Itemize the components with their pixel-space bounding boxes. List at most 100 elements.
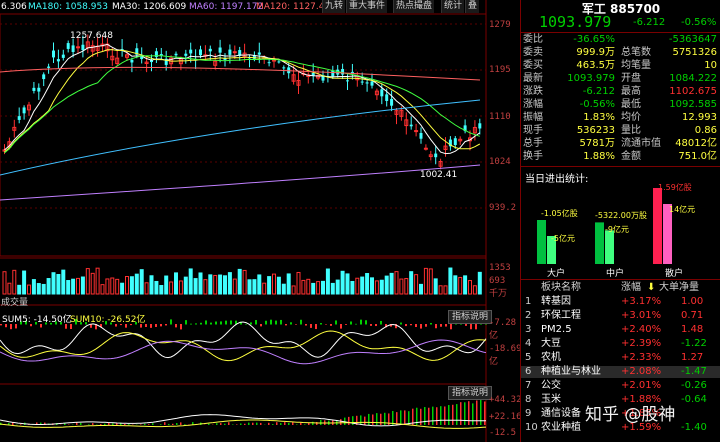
indicator1-bar [190, 323, 192, 325]
indicator2-axis-bot: -12.5 [489, 428, 517, 438]
quote-value: 999.9万 [576, 47, 615, 58]
indicator1-help-button[interactable]: 指标说明 [448, 310, 493, 324]
indicator1-bar [445, 324, 447, 327]
volume-bar [301, 279, 306, 295]
list-item[interactable]: 2 环保工程 +3.01% 0.71 [521, 310, 720, 322]
volume-bar [41, 283, 46, 295]
indicator1-bar [275, 320, 277, 325]
list-header: 板块名称 涨幅 ⬇ 大单净量 [521, 282, 720, 294]
list-item-index: 3 [525, 324, 532, 335]
indicator1-bar [415, 324, 417, 328]
kline-chart-svg[interactable] [0, 0, 520, 442]
indicator1-bar [155, 324, 157, 327]
quote-key: 涨跌 [523, 86, 543, 97]
indicator1-bar [330, 324, 332, 326]
list-item-name: 通信设备 [541, 408, 581, 419]
indicator1-bar [250, 322, 252, 325]
list-item-name: 大豆 [541, 338, 561, 349]
list-item[interactable]: 5 农机 +2.33% 1.27 [521, 352, 720, 364]
candle-body [267, 62, 271, 64]
sort-down-icon[interactable]: ⬇ [647, 282, 655, 294]
separator [521, 32, 720, 33]
toolbar-major-events[interactable]: 重大事件 [346, 0, 388, 13]
indicator2-bar [128, 424, 130, 425]
list-item[interactable]: 6 种植业与林业 +2.08% -1.47 [521, 366, 720, 378]
indicator2-bar [444, 406, 446, 425]
volume-bar [247, 279, 252, 295]
flow-label-small: 散户 [665, 269, 684, 279]
list-header-name[interactable]: 板块名称 [541, 282, 581, 294]
volume-bar [242, 269, 247, 295]
list-item[interactable]: 7 公交 +2.01% -0.26 [521, 380, 720, 392]
indicator1-bar [425, 324, 427, 327]
indicator2-bar [104, 423, 106, 425]
list-item[interactable]: 1 转基因 +3.17% 1.00 [521, 296, 720, 308]
volume-bar [399, 278, 404, 295]
list-header-pct[interactable]: 涨幅 [621, 282, 641, 294]
list-item[interactable]: 4 大豆 +2.39% -1.22 [521, 338, 720, 350]
indicator2-bar [300, 422, 302, 425]
list-item-net: 1.27 [681, 352, 704, 363]
volume-bar [345, 273, 350, 295]
indicator1-bar [195, 323, 197, 325]
indicator2-bar [340, 419, 342, 425]
ma5-line [4, 43, 481, 155]
volume-bar [17, 284, 22, 295]
list-item-name: 转基因 [541, 296, 571, 307]
candle-body [189, 49, 193, 54]
indicator2-bar [364, 416, 366, 425]
flow-bar-big-in [537, 220, 546, 264]
indicator2-help-button[interactable]: 指标说明 [448, 386, 493, 400]
indicator2-bar [448, 405, 450, 425]
candle-body [409, 124, 413, 127]
list-header-net[interactable]: 大单净量 [659, 282, 699, 294]
list-item-name: 玉米 [541, 394, 561, 405]
list-item-net: 1.48 [681, 324, 704, 335]
indicator1-bar [305, 324, 307, 326]
volume-bar [384, 275, 389, 295]
indicator1-axis-top: -7.28亿 [489, 318, 517, 341]
volume-bar [51, 272, 56, 295]
volume-bar [27, 284, 31, 295]
indicator2-bar [452, 404, 454, 425]
volume-bar [321, 280, 325, 295]
separator [521, 279, 720, 280]
volume-bar [188, 268, 193, 295]
indicator2-bar [236, 424, 238, 425]
indicator1-bar [210, 322, 212, 325]
volume-bar [31, 279, 36, 295]
candle-body [385, 94, 389, 101]
indicator2-bar [348, 416, 350, 425]
indicator1-bar [340, 324, 342, 329]
volume-bar [110, 277, 115, 295]
ma10-line [4, 49, 481, 153]
volume-bar [448, 267, 453, 295]
indicator1-bar [380, 320, 382, 325]
list-item-pct: +3.17% [621, 296, 662, 307]
indicator2-bar [244, 423, 246, 425]
volume-axis-mid: 693 [489, 276, 506, 286]
list-item-net: 0.71 [681, 310, 704, 321]
indicator2-bar [80, 422, 82, 425]
indicator2-bar [256, 422, 258, 425]
volume-bar [90, 272, 95, 295]
indicator1-bar [225, 320, 227, 325]
volume-bar [330, 282, 335, 295]
indicator1-bar [265, 320, 267, 325]
toolbar-stats[interactable]: 统计 [441, 0, 465, 13]
candle-body [71, 45, 75, 52]
quote-key: 流通市值 [621, 138, 661, 149]
volume-bar [365, 273, 370, 295]
candle-body [56, 59, 60, 62]
toolbar-overlay[interactable]: 叠 [465, 0, 480, 13]
kline-chart-area[interactable]: 6.306 MA180: 1058.953 MA30: 1206.609 MA6… [0, 0, 522, 442]
list-item-index: 4 [525, 338, 532, 349]
indicator1-bar [205, 320, 207, 325]
list-item-net: -1.40 [681, 422, 707, 433]
candle-body [199, 49, 202, 56]
toolbar-jiuzhuan[interactable]: 九转 [322, 0, 346, 13]
quote-value: -0.56% [579, 99, 615, 110]
list-item[interactable]: 3 PM2.5 +2.40% 1.48 [521, 324, 720, 336]
toolbar-hotspot[interactable]: 热点撮盘 [393, 0, 435, 13]
indicator2-bar [460, 402, 462, 425]
